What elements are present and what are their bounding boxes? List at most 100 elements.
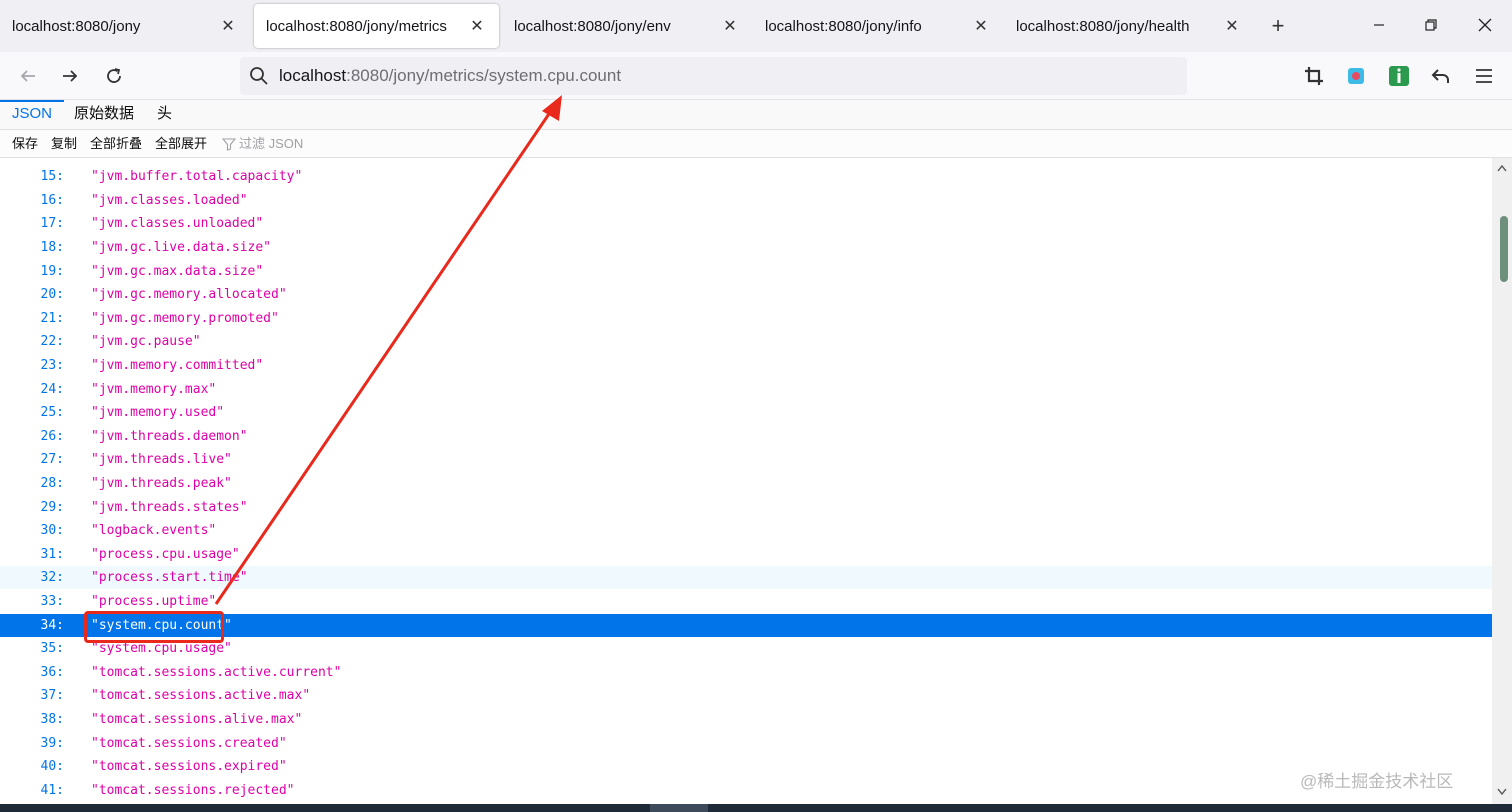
scroll-down-button[interactable] (1492, 782, 1512, 802)
scroll-up-button[interactable] (1492, 158, 1512, 178)
vertical-scrollbar[interactable] (1492, 158, 1512, 804)
list-item[interactable]: 17: "jvm.classes.unloaded" (0, 212, 1492, 235)
minimize-button[interactable] (1364, 10, 1394, 40)
string-value: "jvm.memory.max" (91, 382, 217, 397)
list-item[interactable]: 20: "jvm.gc.memory.allocated" (0, 283, 1492, 306)
close-icon[interactable]: ✕ (971, 16, 991, 36)
reload-icon (107, 68, 121, 83)
string-value: "jvm.threads.peak" (91, 476, 232, 491)
list-item[interactable]: 23: "jvm.memory.committed" (0, 354, 1492, 377)
collapse-all-button[interactable]: 全部折叠 (90, 130, 142, 158)
watermark: @稀土掘金技术社区 (1300, 772, 1454, 791)
hamburger-icon (1476, 69, 1492, 83)
line-number: 30: (40, 523, 64, 538)
restore-button[interactable] (1416, 10, 1446, 40)
close-icon[interactable]: ✕ (720, 16, 740, 36)
screenshot-button[interactable] (1302, 64, 1326, 88)
line-number: 40: (40, 759, 64, 774)
taskbar (0, 804, 1512, 812)
tab-env[interactable]: localhost:8080/jony/env ✕ (502, 4, 752, 48)
list-item[interactable]: 39: "tomcat.sessions.created" (0, 732, 1492, 755)
list-item[interactable]: 40: "tomcat.sessions.expired" (0, 755, 1492, 778)
address-bar[interactable]: localhost:8080/jony/metrics/system.cpu.c… (240, 57, 1187, 95)
string-value: "jvm.gc.memory.promoted" (91, 311, 279, 326)
line-number: 16: (40, 193, 64, 208)
tab-metrics[interactable]: localhost:8080/jony/metrics ✕ (254, 4, 499, 48)
line-number: 39: (40, 736, 64, 751)
line-number: 27: (40, 452, 64, 467)
undo-icon (1431, 69, 1449, 83)
filter-json-input[interactable]: 过滤 JSON (222, 130, 303, 158)
list-item[interactable]: 29: "jvm.threads.states" (0, 496, 1492, 519)
info-extension-button[interactable] (1387, 64, 1411, 88)
list-item[interactable]: 31: "process.cpu.usage" (0, 543, 1492, 566)
list-item[interactable]: 28: "jvm.threads.peak" (0, 472, 1492, 495)
list-item[interactable]: 38: "tomcat.sessions.alive.max" (0, 708, 1492, 731)
close-icon[interactable]: ✕ (218, 16, 238, 36)
string-value: "process.uptime" (91, 594, 217, 609)
taskbar-item[interactable] (650, 804, 708, 812)
list-item[interactable]: 30: "logback.events" (0, 519, 1492, 542)
list-item[interactable]: 18: "jvm.gc.live.data.size" (0, 236, 1492, 259)
close-icon (1478, 18, 1492, 32)
line-number: 28: (40, 476, 64, 491)
list-item-hovered[interactable]: 32: "process.start.time" (0, 566, 1492, 589)
expand-all-button[interactable]: 全部展开 (155, 130, 207, 158)
line-number: 23: (40, 358, 64, 373)
list-item[interactable]: 15: "jvm.buffer.total.capacity" (0, 165, 1492, 188)
string-value: "tomcat.sessions.active.current" (91, 665, 342, 680)
string-value: "jvm.threads.live" (91, 452, 232, 467)
list-item[interactable]: 22: "jvm.gc.pause" (0, 330, 1492, 353)
save-button[interactable]: 保存 (12, 130, 38, 158)
chevron-up-icon (1497, 164, 1507, 172)
minimize-icon (1374, 24, 1384, 26)
line-number: 33: (40, 594, 64, 609)
list-item[interactable]: 21: "jvm.gc.memory.promoted" (0, 307, 1492, 330)
undo-button[interactable] (1429, 64, 1453, 88)
tab-title: localhost:8080/jony/info (765, 17, 922, 35)
string-value: "tomcat.sessions.rejected" (91, 783, 295, 798)
list-item[interactable]: 16: "jvm.classes.loaded" (0, 189, 1492, 212)
tab-raw-data[interactable]: 原始数据 (62, 100, 146, 130)
string-value: "tomcat.sessions.alive.max" (91, 712, 303, 727)
tab-jony[interactable]: localhost:8080/jony ✕ (0, 4, 250, 48)
filter-placeholder: 过滤 JSON (239, 136, 304, 151)
scroll-thumb[interactable] (1500, 216, 1508, 282)
list-item[interactable]: 25: "jvm.memory.used" (0, 401, 1492, 424)
list-item[interactable]: 24: "jvm.memory.max" (0, 378, 1492, 401)
json-array-view: 15: "jvm.buffer.total.capacity" 16: "jvm.c… (0, 158, 1492, 804)
list-item[interactable]: 36: "tomcat.sessions.active.current" (0, 661, 1492, 684)
menu-button[interactable] (1472, 64, 1496, 88)
close-icon[interactable]: ✕ (467, 16, 487, 36)
string-value: "jvm.classes.unloaded" (91, 216, 264, 231)
reload-button[interactable] (100, 62, 128, 90)
tab-title: localhost:8080/jony/metrics (266, 17, 447, 35)
list-item[interactable]: 26: "jvm.threads.daemon" (0, 425, 1492, 448)
search-icon (248, 65, 270, 87)
list-item[interactable]: 19: "jvm.gc.max.data.size" (0, 260, 1492, 283)
forward-button[interactable] (56, 62, 84, 90)
list-item[interactable]: 27: "jvm.threads.live" (0, 448, 1492, 471)
info-icon (1389, 66, 1409, 86)
list-item[interactable]: 33: "process.uptime" (0, 590, 1492, 613)
filter-icon (222, 138, 236, 151)
tab-headers[interactable]: 头 (145, 100, 184, 130)
close-window-button[interactable] (1470, 10, 1500, 40)
list-item[interactable]: 37: "tomcat.sessions.active.max" (0, 684, 1492, 707)
line-number: 38: (40, 712, 64, 727)
tab-info[interactable]: localhost:8080/jony/info ✕ (753, 4, 1003, 48)
tab-json[interactable]: JSON (0, 100, 65, 130)
list-item[interactable]: 41: "tomcat.sessions.rejected" (0, 779, 1492, 802)
close-icon[interactable]: ✕ (1222, 16, 1242, 36)
browser-window: { "tabs": [ {"title": "localhost:8080/jo… (0, 0, 1512, 812)
string-value: "logback.events" (91, 523, 217, 538)
tab-health[interactable]: localhost:8080/jony/health ✕ (1004, 4, 1254, 48)
string-value: "jvm.memory.committed" (91, 358, 264, 373)
list-item[interactable]: 35: "system.cpu.usage" (0, 637, 1492, 660)
line-number: 34: (40, 618, 64, 633)
copy-button[interactable]: 复制 (51, 130, 77, 158)
extension-button[interactable] (1344, 64, 1368, 88)
new-tab-button[interactable]: + (1264, 12, 1292, 40)
back-button[interactable] (14, 62, 42, 90)
viewer-tabs: JSON 原始数据 头 (0, 100, 1512, 130)
